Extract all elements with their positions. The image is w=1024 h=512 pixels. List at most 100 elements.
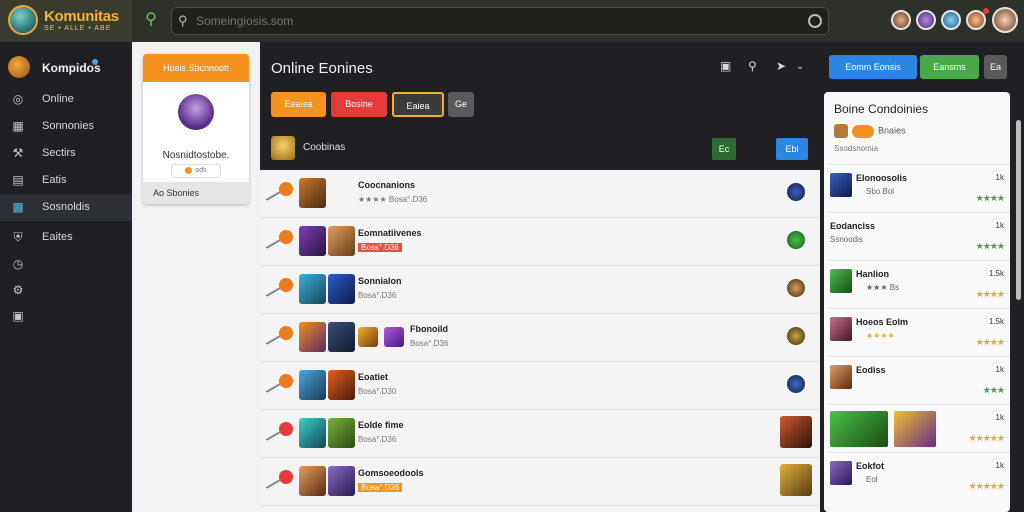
voice-search-icon[interactable] — [808, 14, 822, 28]
community-rating: ★★★★ — [975, 337, 1005, 347]
list-item-meta: ★★★★ Bosa°.D36 — [358, 195, 428, 204]
communities-card: Boine Condoinies Bnaies Ssodsnomia Elono… — [824, 92, 1010, 512]
pin-icon[interactable] — [263, 470, 293, 492]
scrollbar[interactable] — [1016, 120, 1021, 300]
small-button-green[interactable]: Ec — [712, 138, 736, 160]
game-thumbnail — [299, 466, 326, 496]
list-item-name: Fbonoild — [410, 324, 448, 334]
game-thumbnail — [328, 226, 355, 256]
filter-button-3[interactable]: Eaiea — [392, 92, 444, 117]
sidebar-header[interactable]: Kompidos — [0, 56, 132, 82]
profile-chip[interactable]: ods — [171, 164, 221, 178]
pin-icon[interactable] — [263, 278, 293, 300]
pin-icon[interactable]: ⚲ — [748, 59, 757, 73]
notification-dot — [983, 8, 989, 14]
community-item[interactable]: 1k ★★★★★ — [828, 404, 1010, 452]
filter-button-2[interactable]: Bosine — [331, 92, 387, 117]
game-thumbnail — [299, 322, 326, 352]
community-rating: ★★★★ — [975, 289, 1005, 299]
list-item-meta: Bosa°.D36 — [358, 483, 403, 492]
game-thumbnail — [299, 274, 326, 304]
settings-icon[interactable]: ⚙ — [11, 283, 25, 297]
secondary-action-button[interactable]: Eansms — [920, 55, 979, 79]
search-toggle-icon[interactable]: ⚲ — [140, 9, 162, 31]
list-item[interactable]: Eoatiet Bosa°.D30 — [260, 362, 820, 410]
sidebar-item-eatis[interactable]: ▤ Eatis — [0, 167, 132, 194]
puzzle-icon: ▩ — [12, 200, 24, 214]
list-item[interactable]: Sonnialon Bosa°.D36 — [260, 266, 820, 314]
list-item[interactable]: Eomnatiivenes Boss°.D36 — [260, 218, 820, 266]
list-item[interactable]: Gomsoeodools Bosa°.D36 — [260, 458, 820, 506]
sidebar-item-sectirs[interactable]: ⚒ Sectirs — [0, 140, 132, 167]
user-avatar-1[interactable] — [891, 10, 911, 30]
sidebar-header-dot — [92, 59, 98, 65]
share-icon[interactable]: ➤ — [776, 59, 786, 73]
list-item-avatar[interactable] — [787, 183, 805, 201]
community-count: 1k — [995, 413, 1004, 422]
community-item[interactable]: Eokfot Eol 1k ★★★★★ — [828, 452, 1010, 500]
primary-action-button[interactable]: Eomm Eonsis — [829, 55, 917, 79]
profile-card-avatar[interactable] — [178, 94, 214, 130]
user-avatar-3[interactable] — [941, 10, 961, 30]
sidebar-item-sosnoldis[interactable]: ▩ Sosnoldis — [0, 194, 132, 221]
more-button[interactable]: Ea — [984, 55, 1007, 79]
filter-button-1[interactable]: Eeaiea — [271, 92, 326, 117]
community-rating: ★★★★★ — [968, 481, 1005, 491]
image-icon[interactable]: ▣ — [720, 59, 731, 73]
clock-icon[interactable]: ◷ — [11, 257, 25, 271]
list-item-cover[interactable] — [780, 416, 812, 448]
community-meta: Ssnoodis — [830, 235, 863, 244]
list-item-meta: Bosa°.D36 — [358, 291, 397, 300]
profile-avatar[interactable] — [992, 7, 1018, 33]
pin-icon[interactable] — [263, 422, 293, 444]
user-avatar-2[interactable] — [916, 10, 936, 30]
small-button-blue[interactable]: Ebl — [776, 138, 808, 160]
search-box[interactable]: ⚲ — [171, 7, 829, 35]
list-item[interactable]: Fbonoild Bosa°.D36 — [260, 314, 820, 362]
logo-area[interactable]: Komunitas SE • ALLE • ABE — [0, 0, 132, 42]
community-name: Eodiss — [856, 365, 886, 375]
community-count: 1k — [995, 221, 1004, 230]
sidebar-item-label: Eaites — [42, 231, 73, 243]
pin-icon[interactable] — [263, 230, 293, 252]
list-item-name: Sonnialon — [358, 276, 402, 286]
list-item-cover[interactable] — [780, 464, 812, 496]
sidebar-item-online[interactable]: ◎ Online — [0, 86, 132, 113]
pin-icon[interactable] — [263, 182, 293, 204]
profile-footer-link[interactable]: Ao Sbonies — [143, 182, 249, 204]
list-item-avatar[interactable] — [787, 375, 805, 393]
list-item-avatar[interactable] — [787, 327, 805, 345]
community-item[interactable]: Eodanciss Ssnoodis 1k ★★★★ — [828, 212, 1010, 260]
app-logo-icon — [8, 5, 38, 35]
community-name: Eodanciss — [830, 221, 876, 231]
pin-icon[interactable] — [263, 374, 293, 396]
chevron-down-icon[interactable]: ⌄ — [796, 61, 804, 72]
pin-icon[interactable] — [263, 326, 293, 348]
list-subheader: Coobinas — [260, 134, 820, 162]
sidebar-item-sonnonies[interactable]: ▦ Sonnonies — [0, 113, 132, 140]
community-item[interactable]: Elonoosolis Sbo Bol 1k ★★★★ — [828, 164, 1010, 212]
search-input[interactable] — [196, 12, 776, 30]
community-count: 1.5k — [988, 317, 1004, 326]
profile-card-header[interactable]: Hoeis Sbcnnoott — [143, 54, 249, 82]
community-item[interactable]: Hoeos Eolm ★★★★ 1.5k ★★★★ — [828, 308, 1010, 356]
community-thumbnail — [894, 411, 936, 447]
community-rating: ★★★★ — [975, 193, 1005, 203]
community-thumbnail — [830, 173, 852, 197]
game-thumbnail — [299, 226, 326, 256]
filter-button-4[interactable]: Ge — [448, 92, 474, 117]
list-item-avatar[interactable] — [787, 231, 805, 249]
badge — [852, 124, 874, 138]
community-item[interactable]: Eodiss 1k ★★★ — [828, 356, 1010, 404]
grid-icon: ▦ — [12, 119, 24, 133]
list-item-avatar[interactable] — [787, 279, 805, 297]
page-title: Online Eonines — [271, 60, 373, 77]
list-item[interactable]: Coocnanions ★★★★ Bosa°.D36 — [260, 170, 820, 218]
community-rating: ★★★★★ — [968, 433, 1005, 443]
game-list: Coocnanions ★★★★ Bosa°.D36 Eomnatiivenes… — [260, 170, 820, 512]
list-item[interactable]: Eolde fime Bosa°.D36 — [260, 410, 820, 458]
community-count: 1k — [995, 173, 1004, 182]
box-icon[interactable]: ▣ — [11, 309, 25, 323]
community-item[interactable]: Hanlion ★★★ Bs 1.5k ★★★★ — [828, 260, 1010, 308]
sidebar-item-eaites[interactable]: ⛨ Eaites — [0, 224, 132, 251]
